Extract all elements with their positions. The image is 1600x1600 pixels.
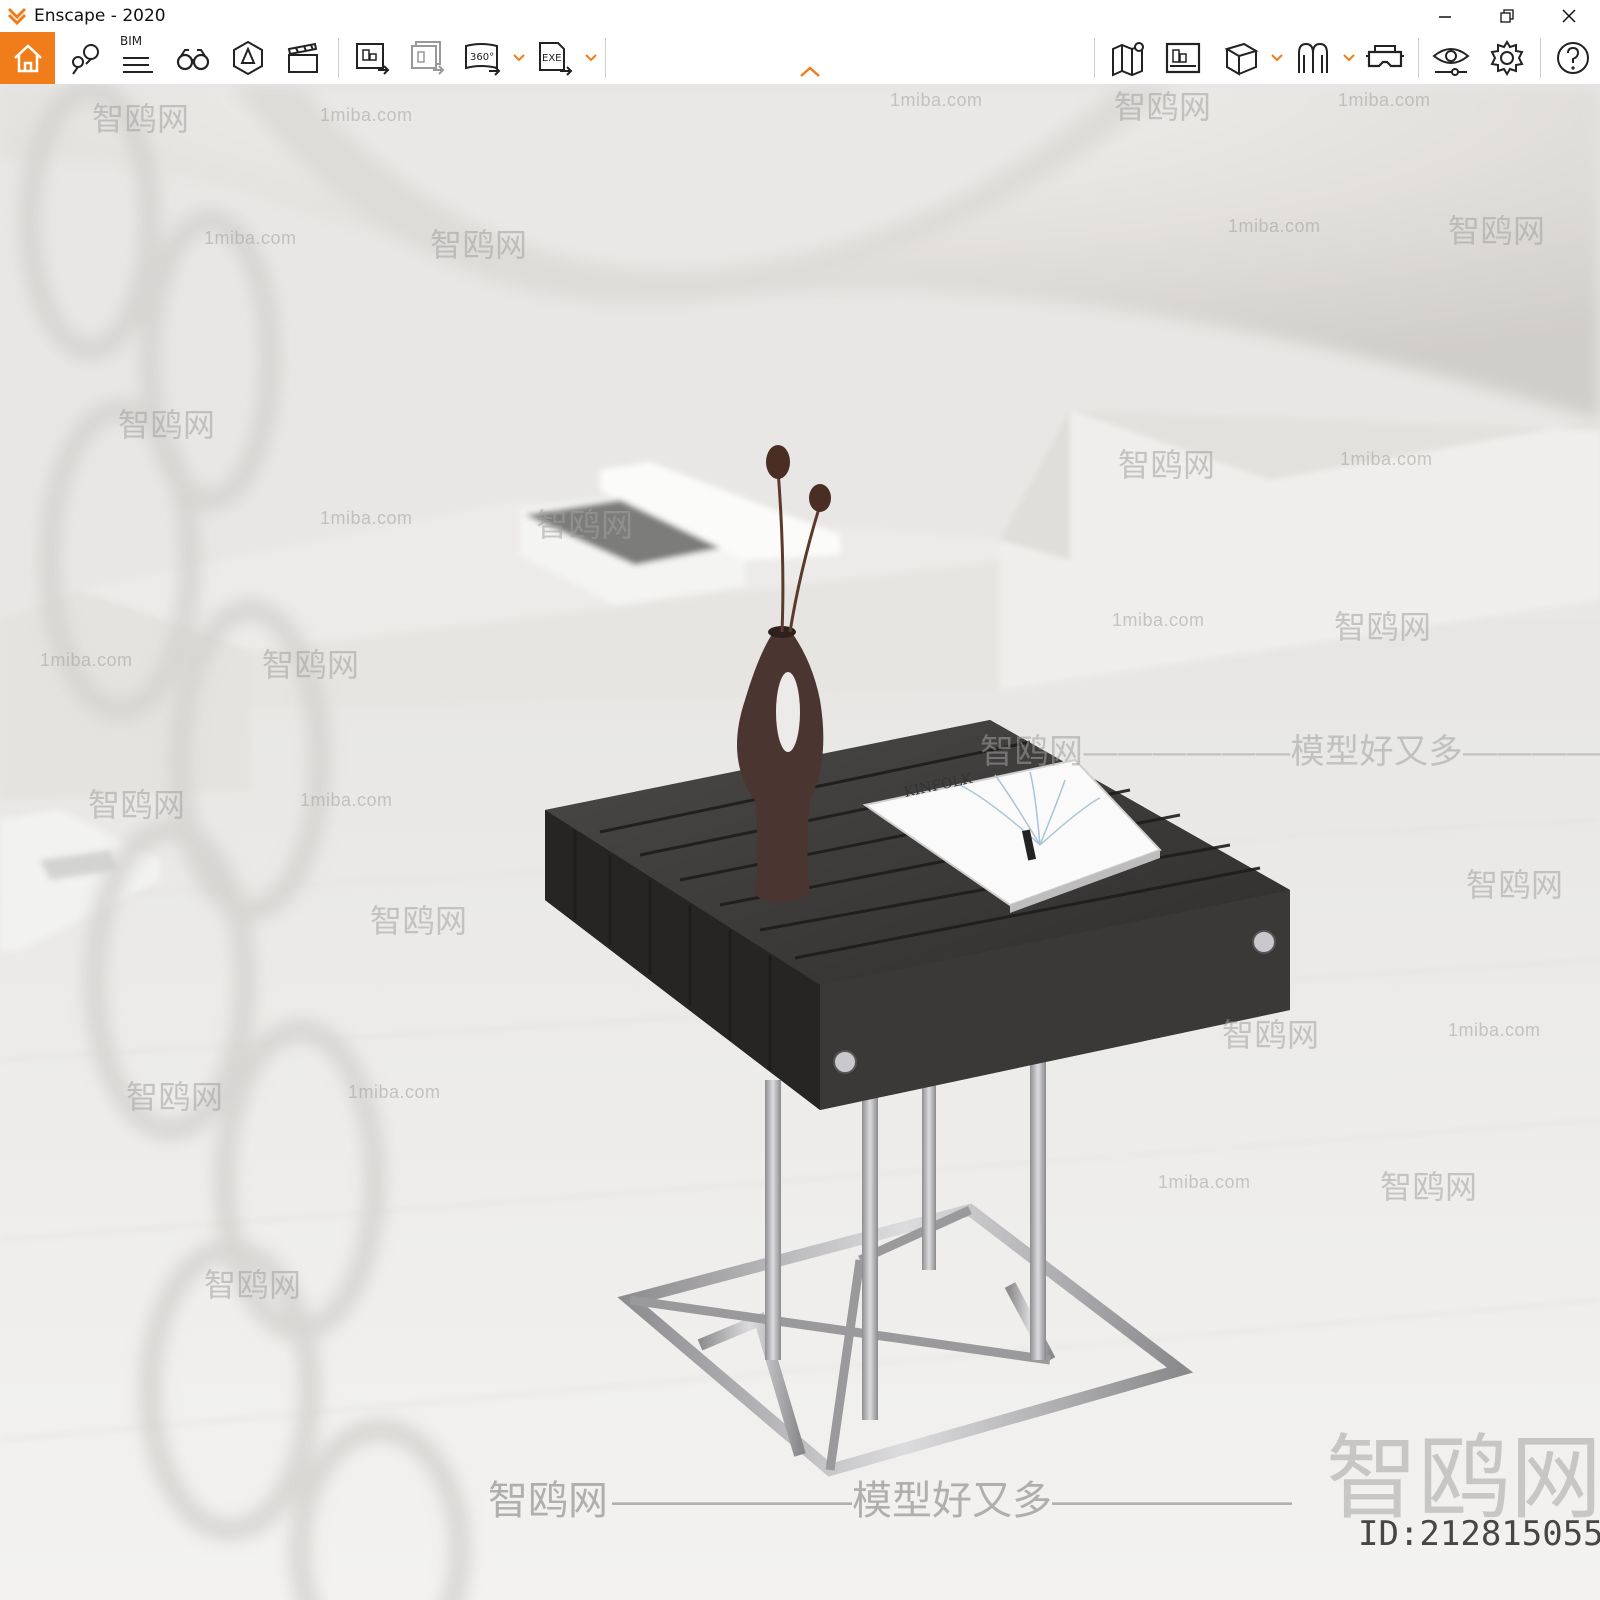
render-viewport[interactable]: KINFOLK 1miba.com 智鸥网 1miba.com 智鸥网 1mib… bbox=[0, 84, 1600, 1600]
export-image-button[interactable] bbox=[350, 32, 396, 84]
watermark-brand: 智鸥网 bbox=[262, 647, 360, 683]
minimize-button[interactable] bbox=[1414, 0, 1476, 32]
material-button[interactable] bbox=[1218, 32, 1264, 84]
title-bar: Enscape - 2020 bbox=[0, 0, 1600, 32]
watermark-brand: 智鸥网 bbox=[88, 787, 186, 823]
minimize-icon bbox=[1439, 16, 1451, 18]
asset-library-button[interactable] bbox=[1160, 32, 1206, 84]
vr-headset-button[interactable] bbox=[1362, 32, 1408, 84]
watermark-site: 1miba.com bbox=[1340, 449, 1433, 469]
panorama-dropdown[interactable] bbox=[512, 32, 526, 84]
collapse-toolbar-button[interactable] bbox=[795, 60, 825, 82]
watermark-site: 1miba.com bbox=[1228, 216, 1321, 236]
watermark-brand: 智鸥网 bbox=[1222, 1017, 1320, 1053]
watermark-brand: 智鸥网 bbox=[1466, 867, 1564, 903]
watermark-brand: 智鸥网 bbox=[1380, 1169, 1478, 1205]
view-mode-button[interactable] bbox=[225, 32, 271, 84]
watermark-site: 1miba.com bbox=[348, 1082, 441, 1102]
chevron-up-icon bbox=[800, 66, 820, 77]
export-image-icon bbox=[356, 43, 390, 75]
visual-settings-button[interactable] bbox=[1428, 32, 1474, 84]
model-id: ID:212815055 bbox=[1358, 1514, 1600, 1554]
map-icon bbox=[1112, 42, 1144, 77]
watermark-brand: 智鸥网 bbox=[1118, 447, 1216, 483]
binoculars-icon bbox=[176, 49, 210, 71]
hexagon-view-icon bbox=[233, 40, 263, 76]
restore-icon bbox=[1500, 9, 1514, 23]
asset-library-icon bbox=[1165, 42, 1201, 74]
restore-button[interactable] bbox=[1476, 0, 1538, 32]
sun-icon bbox=[1298, 42, 1328, 73]
location-pins-button[interactable] bbox=[62, 32, 108, 84]
map-button[interactable] bbox=[1106, 32, 1152, 84]
cube-icon bbox=[1224, 42, 1259, 76]
bim-label: BIM bbox=[120, 34, 143, 48]
watermark-slogan: 智鸥网——————模型好又多—————— bbox=[980, 733, 1600, 771]
help-icon bbox=[1557, 42, 1589, 74]
watermark-slogan-bottom: ——————模型好又多—————— bbox=[612, 1479, 1292, 1523]
window-title: Enscape - 2020 bbox=[34, 6, 166, 26]
atmosphere-dropdown[interactable] bbox=[1342, 32, 1356, 84]
svg-text:360°: 360° bbox=[470, 52, 494, 63]
watermark-brand: 智鸥网 bbox=[430, 227, 528, 263]
watermark-site: 1miba.com bbox=[890, 90, 983, 110]
general-settings-button[interactable] bbox=[1484, 32, 1530, 84]
panorama-360-icon: 360° bbox=[465, 43, 501, 76]
help-button[interactable] bbox=[1550, 32, 1596, 84]
material-dropdown[interactable] bbox=[1270, 32, 1284, 84]
watermark-brand: 智鸥网 bbox=[204, 1267, 302, 1303]
chevron-down-icon bbox=[1271, 54, 1283, 62]
close-icon bbox=[1562, 9, 1576, 23]
watermark-brand: 智鸥网 bbox=[1448, 213, 1546, 249]
batch-export-icon bbox=[411, 41, 445, 75]
clapper-icon bbox=[287, 42, 318, 73]
watermark-brand: 智鸥网 bbox=[1114, 89, 1212, 125]
location-pins-icon bbox=[72, 44, 99, 75]
eye-settings-icon bbox=[1432, 48, 1470, 76]
close-button[interactable] bbox=[1538, 0, 1600, 32]
watermark-site: 1miba.com bbox=[1158, 1172, 1251, 1192]
video-editor-button[interactable] bbox=[280, 32, 326, 84]
rendered-scene: KINFOLK bbox=[0, 84, 1600, 1600]
watermark-brand: 智鸥网 bbox=[370, 903, 468, 939]
binoculars-button[interactable] bbox=[170, 32, 216, 84]
watermark-brand: 智鸥网 bbox=[126, 1079, 224, 1115]
exe-export-dropdown[interactable] bbox=[584, 32, 598, 84]
vr-headset-icon bbox=[1366, 45, 1404, 68]
watermark-site: 1miba.com bbox=[300, 790, 393, 810]
watermark-brand: 智鸥网 bbox=[118, 407, 216, 443]
chevron-down-icon bbox=[1343, 54, 1355, 62]
watermark-site: 1miba.com bbox=[320, 508, 413, 528]
chevron-down-icon bbox=[513, 54, 525, 62]
enscape-logo-icon bbox=[7, 7, 27, 26]
watermark-site: 1miba.com bbox=[204, 228, 297, 248]
batch-export-button[interactable] bbox=[405, 32, 451, 84]
exe-export-icon: EXE bbox=[539, 42, 573, 76]
watermark-site: 1miba.com bbox=[40, 650, 133, 670]
panorama-button[interactable]: 360° bbox=[460, 32, 506, 84]
watermark-brand-bottom: 智鸥网 bbox=[488, 1479, 608, 1523]
bim-button[interactable]: BIM bbox=[114, 32, 160, 84]
exe-export-button[interactable]: EXE bbox=[532, 32, 578, 84]
bim-list-icon bbox=[123, 57, 153, 73]
svg-text:EXE: EXE bbox=[542, 53, 562, 64]
watermark-site: 1miba.com bbox=[320, 105, 413, 125]
watermark-brand: 智鸥网 bbox=[92, 101, 190, 137]
watermark-brand: 智鸥网 bbox=[536, 507, 634, 543]
home-icon bbox=[13, 44, 42, 73]
chevron-down-icon bbox=[585, 54, 597, 62]
watermark-site: 1miba.com bbox=[1338, 90, 1431, 110]
watermark-site: 1miba.com bbox=[1448, 1020, 1541, 1040]
gear-icon bbox=[1490, 40, 1524, 76]
home-button[interactable] bbox=[0, 32, 55, 84]
atmosphere-button[interactable] bbox=[1290, 32, 1336, 84]
watermark-site: 1miba.com bbox=[1112, 610, 1205, 630]
watermark-brand: 智鸥网 bbox=[1334, 609, 1432, 645]
